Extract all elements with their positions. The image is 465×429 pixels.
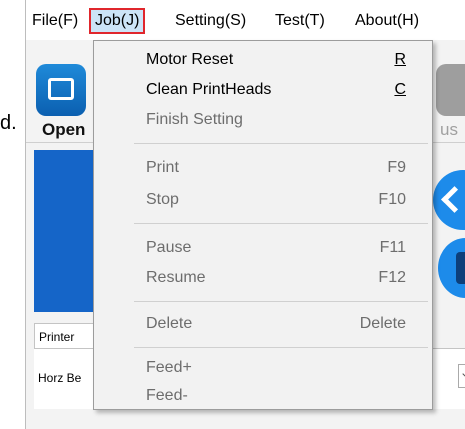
menu-item-clean-printheads[interactable]: Clean PrintHeads C bbox=[94, 75, 434, 105]
preview-panel bbox=[34, 150, 100, 312]
menu-item-delete[interactable]: Delete Delete bbox=[94, 309, 434, 339]
menu-setting[interactable]: Setting(S) bbox=[171, 8, 250, 34]
toolbar-right-label: us bbox=[440, 120, 458, 139]
toolbar-right-icon[interactable] bbox=[436, 64, 465, 116]
pause-button-icon[interactable] bbox=[438, 238, 465, 298]
menu-item-feed-plus[interactable]: Feed+ bbox=[94, 353, 434, 383]
menu-separator bbox=[134, 301, 428, 302]
chevron-left-icon bbox=[441, 186, 465, 213]
open-folder-icon[interactable] bbox=[36, 64, 86, 116]
menu-separator bbox=[134, 223, 428, 224]
menu-item-label: Feed- bbox=[146, 387, 188, 404]
menu-item-print[interactable]: Print F9 bbox=[94, 153, 434, 183]
menu-job[interactable]: Job(J) bbox=[89, 8, 146, 34]
menu-item-label: Delete bbox=[146, 315, 193, 332]
menu-item-label: Stop bbox=[146, 191, 179, 208]
menu-item-shortcut: F12 bbox=[378, 269, 406, 286]
tab-printer[interactable]: Printer bbox=[34, 323, 94, 349]
menubar: File(F) Job(J) Setting(S) Test(T) About(… bbox=[26, 0, 465, 40]
menu-item-label: Clean PrintHeads bbox=[146, 81, 272, 98]
menu-item-label: Print bbox=[146, 159, 179, 176]
back-arrow-icon[interactable] bbox=[433, 170, 465, 230]
menu-item-feed-minus[interactable]: Feed- bbox=[94, 381, 434, 411]
menu-item-label: Motor Reset bbox=[146, 51, 234, 68]
menu-about[interactable]: About(H) bbox=[351, 8, 423, 34]
menu-item-motor-reset[interactable]: Motor Reset R bbox=[94, 45, 434, 75]
menu-item-shortcut: F10 bbox=[378, 191, 406, 208]
menu-item-resume[interactable]: Resume F12 bbox=[94, 263, 434, 293]
menu-item-finish-setting[interactable]: Finish Setting bbox=[94, 105, 434, 135]
pause-glyph bbox=[456, 252, 465, 284]
menu-item-label: Feed+ bbox=[146, 359, 192, 376]
dropdown-button[interactable] bbox=[458, 364, 465, 388]
menu-file[interactable]: File(F) bbox=[28, 8, 82, 34]
menu-item-label: Finish Setting bbox=[146, 111, 243, 128]
menu-item-shortcut: C bbox=[394, 81, 406, 98]
toolbar-open-label[interactable]: Open bbox=[42, 120, 85, 140]
folder-glyph bbox=[48, 78, 74, 100]
horz-label: Horz Be bbox=[38, 371, 82, 385]
background-edge-text: d. bbox=[0, 112, 17, 134]
menu-item-shortcut: Delete bbox=[359, 315, 406, 332]
menu-item-label: Pause bbox=[146, 239, 192, 256]
menu-item-pause[interactable]: Pause F11 bbox=[94, 233, 434, 263]
menu-item-stop[interactable]: Stop F10 bbox=[94, 185, 434, 215]
menu-item-shortcut: R bbox=[394, 51, 406, 68]
menu-test[interactable]: Test(T) bbox=[271, 8, 329, 34]
menu-item-label: Resume bbox=[146, 269, 206, 286]
menu-item-shortcut: F11 bbox=[379, 239, 406, 256]
menu-item-shortcut: F9 bbox=[387, 159, 406, 176]
job-dropdown-menu: Motor Reset R Clean PrintHeads C Finish … bbox=[93, 40, 433, 410]
menu-separator bbox=[134, 347, 428, 348]
menu-separator bbox=[134, 143, 428, 144]
